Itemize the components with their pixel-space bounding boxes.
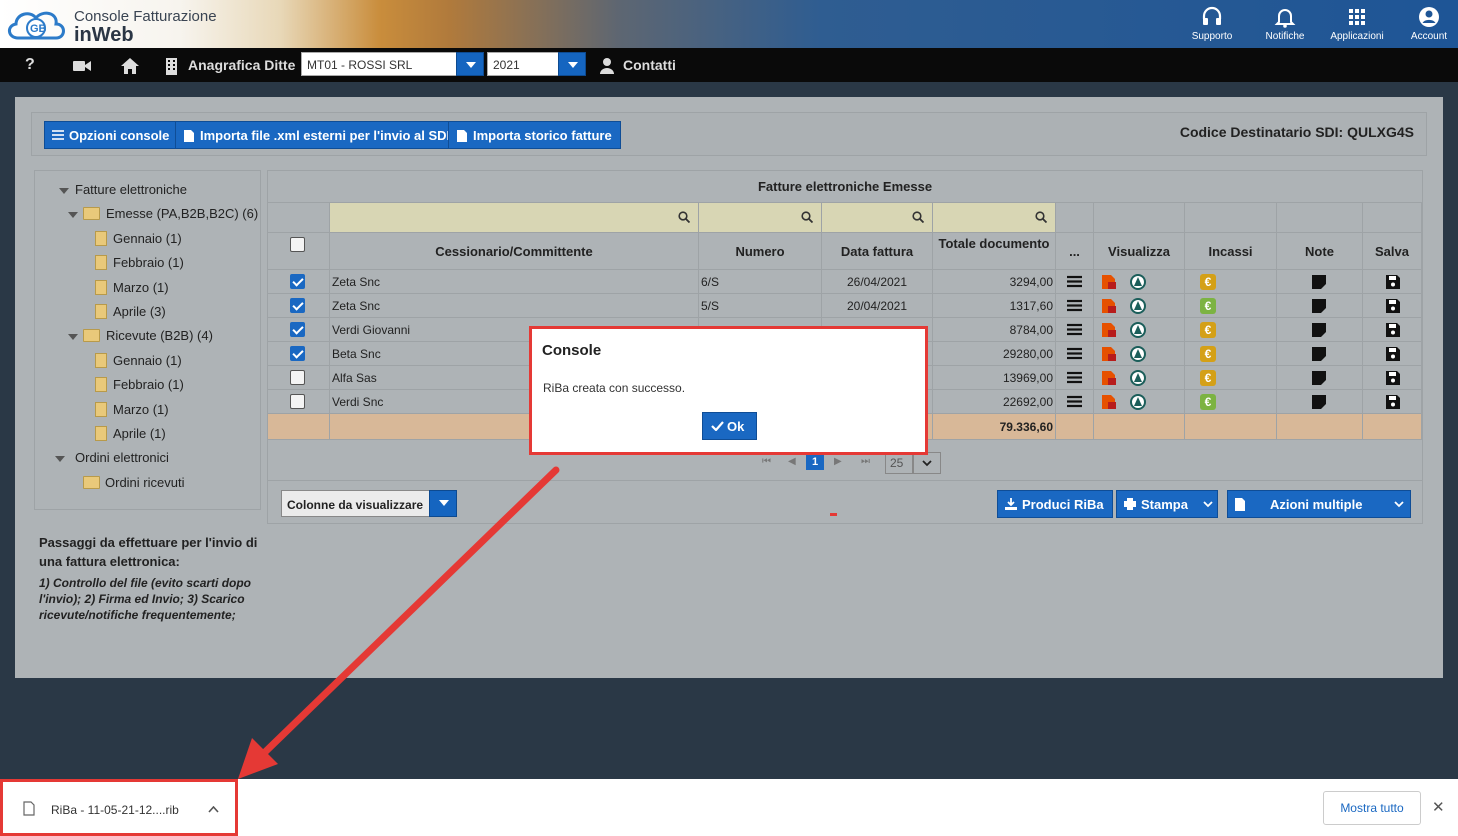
dialog-message: RiBa creata con successo. — [543, 381, 686, 395]
download-filename: RiBa - 11-05-21-12....rib — [51, 803, 179, 817]
check-icon — [711, 421, 724, 431]
show-all-button[interactable]: Mostra tutto — [1323, 791, 1421, 825]
dialog-title: Console — [542, 342, 602, 359]
ok-button[interactable]: Ok — [702, 412, 757, 440]
close-icon[interactable]: ✕ — [1432, 798, 1445, 816]
chevron-up-icon[interactable] — [208, 806, 219, 813]
ok-label: Ok — [727, 419, 745, 434]
download-bar: RiBa - 11-05-21-12....rib Mostra tutto ✕ — [0, 779, 1458, 836]
download-item[interactable]: RiBa - 11-05-21-12....rib — [0, 779, 238, 836]
console-dialog: Console RiBa creata con successo. Ok — [529, 326, 928, 455]
file-icon — [23, 801, 35, 816]
